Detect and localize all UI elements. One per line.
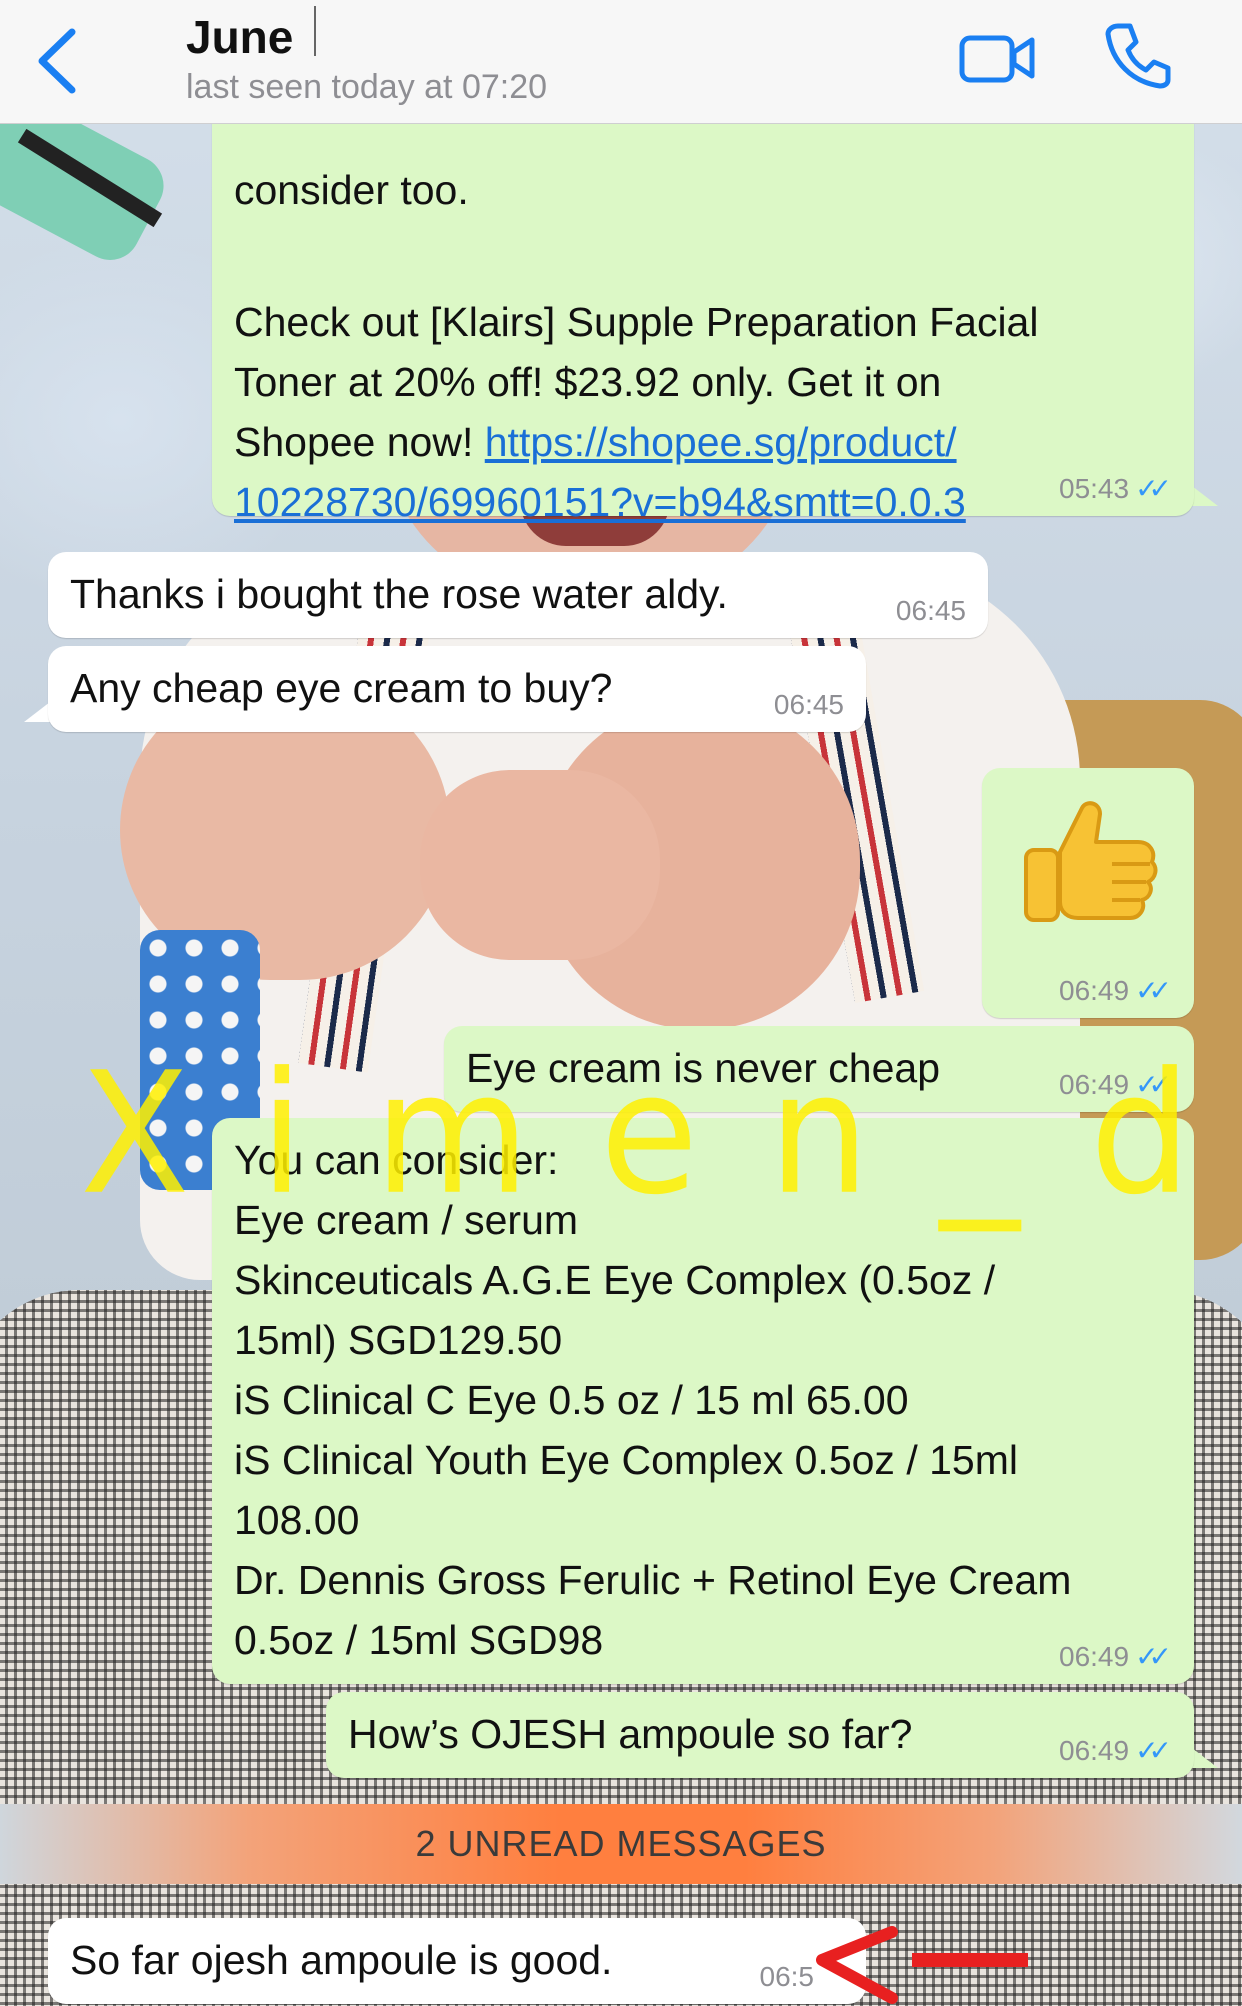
unread-messages-label: 2 UNREAD MESSAGES <box>415 1823 827 1864</box>
message-text: Any cheap eye cream to buy? <box>70 665 613 711</box>
voice-call-button[interactable] <box>1104 20 1174 90</box>
message-bubble-outgoing[interactable]: Eye cream is never cheap 06:49 ✓✓ <box>444 1026 1194 1112</box>
thumbs-up-icon <box>1024 801 1158 922</box>
annotation-arrow-icon <box>816 1926 1028 2004</box>
message-meta: 06:45 <box>896 596 966 626</box>
message-time: 06:45 <box>895 595 966 626</box>
message-meta: 06:49 ✓✓ <box>1059 1642 1172 1672</box>
read-receipt-icon: ✓✓ <box>1135 975 1172 1006</box>
video-call-button[interactable] <box>958 30 1036 86</box>
message-meta: 06:49 ✓✓ <box>1059 1070 1172 1100</box>
message-time: 05:43 <box>1059 473 1130 504</box>
read-receipt-icon: ✓✓ <box>1135 1735 1172 1766</box>
message-text: How’s OJESH ampoule so far? <box>348 1711 913 1757</box>
message-bubble-outgoing[interactable]: consider too. Check out [Klairs] Supple … <box>212 82 1194 525</box>
message-bubble-outgoing[interactable]: You can consider: Eye cream / serum Skin… <box>212 1118 1194 1684</box>
message-meta: 06:45 <box>774 690 844 720</box>
message-time: 06:5 <box>759 1961 815 1992</box>
wallpaper-shape <box>420 770 660 960</box>
read-receipt-icon: ✓✓ <box>1135 473 1172 504</box>
last-seen-status: last seen today at 07:20 <box>186 68 548 106</box>
message-meta: 06:5 <box>760 1962 815 1992</box>
message-time: 06:45 <box>773 689 844 720</box>
message-meta: 06:49 ✓✓ <box>1059 1736 1172 1766</box>
chat-header: June last seen today at 07:20 <box>0 0 1242 124</box>
message-meta: 06:49 ✓✓ <box>1059 976 1172 1006</box>
bubble-tail <box>24 702 50 722</box>
message-time: 06:49 <box>1059 975 1130 1006</box>
message-bubble-incoming[interactable]: Thanks i bought the rose water aldy. 06:… <box>48 552 988 638</box>
message-text: You can consider: Eye cream / serum Skin… <box>234 1137 1072 1663</box>
read-receipt-icon: ✓✓ <box>1135 1069 1172 1100</box>
message-text: So far ojesh ampoule is good. <box>70 1937 613 1983</box>
chevron-left-icon <box>38 28 76 94</box>
phone-icon <box>1105 23 1171 89</box>
message-bubble-incoming[interactable]: Any cheap eye cream to buy? 06:45 <box>48 646 866 732</box>
bubble-tail <box>1192 1748 1218 1768</box>
text-cursor <box>314 6 316 56</box>
message-meta: 05:43 ✓✓ <box>1059 474 1172 504</box>
message-bubble-outgoing[interactable]: How’s OJESH ampoule so far? 06:49 ✓✓ <box>326 1692 1194 1778</box>
unread-messages-divider: 2 UNREAD MESSAGES <box>0 1804 1242 1884</box>
contact-name[interactable]: June <box>186 10 293 64</box>
message-time: 06:49 <box>1059 1069 1130 1100</box>
message-time: 06:49 <box>1059 1735 1130 1766</box>
message-text: consider too. <box>234 167 469 206</box>
bubble-tail <box>1192 486 1218 506</box>
video-camera-icon <box>959 35 1035 83</box>
read-receipt-icon: ✓✓ <box>1135 1641 1172 1672</box>
message-text: Thanks i bought the rose water aldy. <box>70 571 728 617</box>
message-text: Eye cream is never cheap <box>466 1045 941 1091</box>
back-button[interactable] <box>30 26 84 96</box>
message-time: 06:49 <box>1059 1641 1130 1672</box>
message-bubble-incoming[interactable]: So far ojesh ampoule is good. 06:5 <box>48 1918 866 2004</box>
